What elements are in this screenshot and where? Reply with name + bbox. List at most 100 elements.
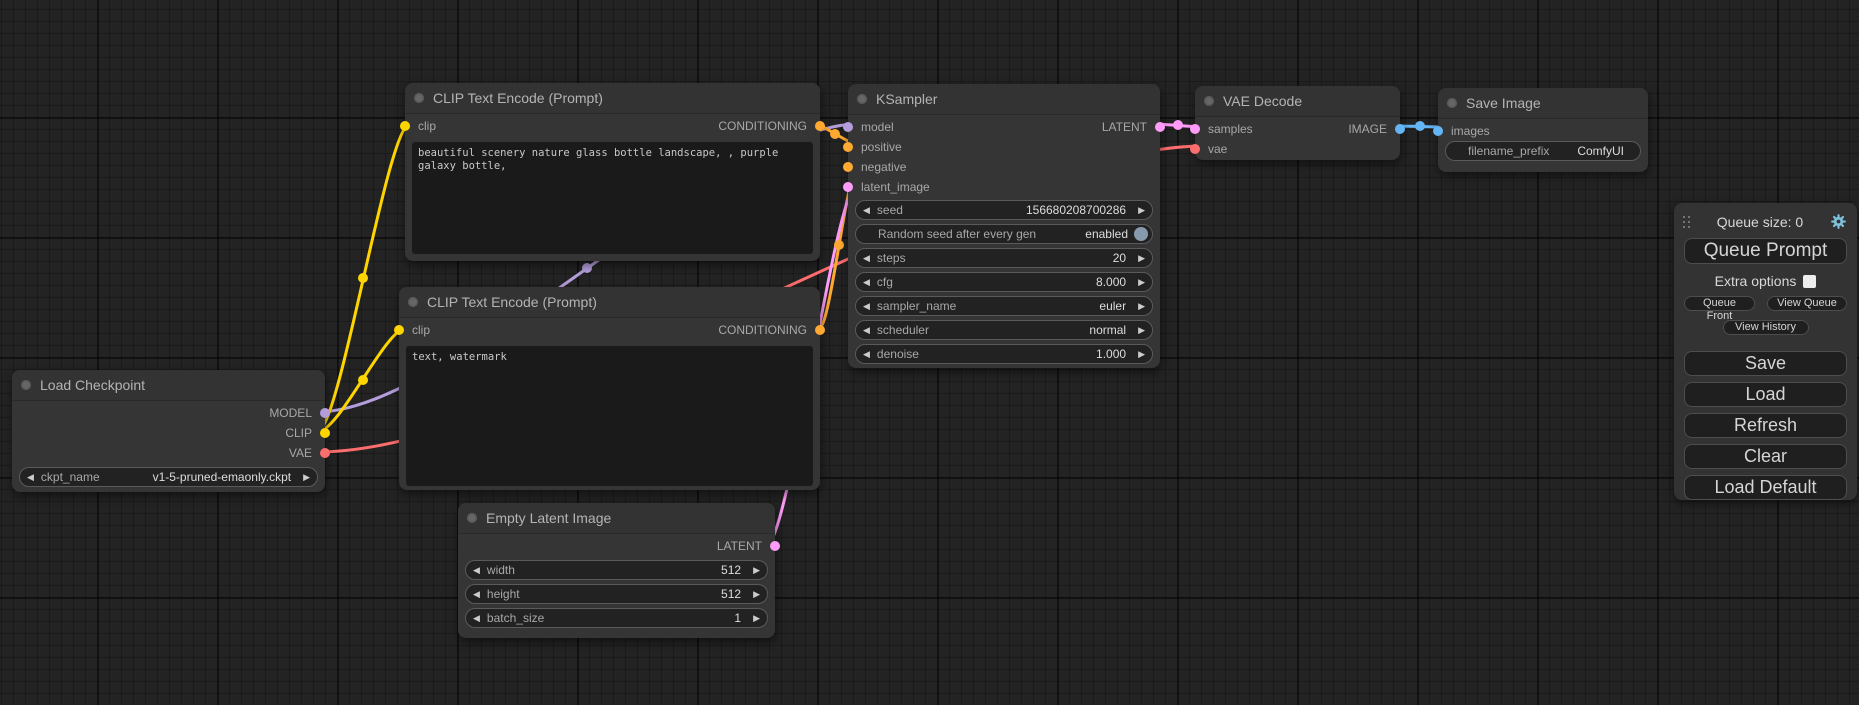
node-header[interactable]: KSampler (848, 84, 1160, 115)
node-title: Empty Latent Image (486, 510, 611, 526)
node-header[interactable]: CLIP Text Encode (Prompt) (399, 287, 820, 318)
input-slot-vae[interactable] (1190, 144, 1200, 154)
link-midpoint-dot (358, 375, 368, 385)
output-slot-conditioning[interactable] (815, 121, 825, 131)
increment-icon[interactable]: ▶ (1131, 345, 1152, 363)
widget-seed[interactable]: ◀ seed 156680208700286 ▶ (855, 200, 1153, 220)
graph-canvas[interactable]: Load Checkpoint MODEL CLIP VAE ◀ ckpt_na… (0, 0, 1859, 705)
node-clip-text-encode-negative[interactable]: CLIP Text Encode (Prompt) clip CONDITION… (399, 287, 820, 490)
extra-options-checkbox[interactable] (1803, 275, 1816, 288)
slot-row: MODEL (12, 403, 325, 423)
output-slot-conditioning[interactable] (815, 325, 825, 335)
view-queue-button[interactable]: View Queue (1767, 296, 1847, 311)
decrement-icon[interactable]: ◀ (856, 297, 877, 315)
panel-drag-handle-icon[interactable] (1683, 216, 1690, 228)
decrement-icon[interactable]: ◀ (466, 561, 487, 579)
widget-ckpt-name[interactable]: ◀ ckpt_name v1-5-pruned-emaonly.ckpt ▶ (19, 467, 318, 487)
collapse-dot-icon[interactable] (414, 93, 424, 103)
increment-icon[interactable]: ▶ (1131, 201, 1152, 219)
node-title: CLIP Text Encode (Prompt) (433, 90, 603, 106)
decrement-icon[interactable]: ◀ (466, 609, 487, 627)
node-header[interactable]: Save Image (1438, 88, 1648, 119)
view-history-button[interactable]: View History (1723, 320, 1809, 335)
widget-denoise[interactable]: ◀ denoise 1.000 ▶ (855, 344, 1153, 364)
load-button[interactable]: Load (1684, 382, 1847, 407)
input-slot-images[interactable] (1433, 126, 1443, 136)
node-header[interactable]: Empty Latent Image (458, 503, 775, 534)
slot-row: LATENT (458, 536, 775, 556)
queue-front-button[interactable]: Queue Front (1684, 296, 1755, 311)
input-slot-model[interactable] (843, 122, 853, 132)
increment-icon[interactable]: ▶ (746, 609, 767, 627)
increment-icon[interactable]: ▶ (1131, 321, 1152, 339)
increment-icon[interactable]: ▶ (1131, 273, 1152, 291)
queue-prompt-button[interactable]: Queue Prompt (1684, 238, 1847, 264)
input-slot-latent-image[interactable] (843, 182, 853, 192)
input-slot-samples[interactable] (1190, 124, 1200, 134)
increment-icon[interactable]: ▶ (296, 468, 317, 486)
settings-gear-icon[interactable] (1830, 213, 1847, 230)
output-slot-vae[interactable] (320, 448, 330, 458)
widget-cfg[interactable]: ◀ cfg 8.000 ▶ (855, 272, 1153, 292)
link-midpoint-dot (582, 263, 592, 273)
collapse-dot-icon[interactable] (857, 94, 867, 104)
decrement-icon[interactable]: ◀ (856, 345, 877, 363)
collapse-dot-icon[interactable] (1447, 98, 1457, 108)
decrement-icon[interactable]: ◀ (856, 201, 877, 219)
output-slot-clip[interactable] (320, 428, 330, 438)
node-empty-latent-image[interactable]: Empty Latent Image LATENT ◀ width 512 ▶ … (458, 503, 775, 638)
collapse-dot-icon[interactable] (408, 297, 418, 307)
decrement-icon[interactable]: ◀ (856, 273, 877, 291)
node-header[interactable]: Load Checkpoint (12, 370, 325, 401)
increment-icon[interactable]: ▶ (1131, 249, 1152, 267)
input-slot-positive[interactable] (843, 142, 853, 152)
widget-batch-size[interactable]: ◀ batch_size 1 ▶ (465, 608, 768, 628)
decrement-icon[interactable]: ◀ (20, 468, 41, 486)
input-slot-clip[interactable] (400, 121, 410, 131)
widget-random-seed-toggle[interactable]: Random seed after every gen enabled (855, 224, 1153, 244)
input-slot-clip[interactable] (394, 325, 404, 335)
input-slot-negative[interactable] (843, 162, 853, 172)
clear-button[interactable]: Clear (1684, 444, 1847, 469)
collapse-dot-icon[interactable] (467, 513, 477, 523)
load-default-button[interactable]: Load Default (1684, 475, 1847, 500)
link-midpoint-dot (358, 273, 368, 283)
widget-sampler-name[interactable]: ◀ sampler_name euler ▶ (855, 296, 1153, 316)
node-header[interactable]: CLIP Text Encode (Prompt) (405, 83, 820, 114)
increment-icon[interactable]: ▶ (746, 561, 767, 579)
link-midpoint-dot (830, 129, 840, 139)
widget-filename-prefix[interactable]: filename_prefix ComfyUI (1445, 141, 1641, 161)
collapse-dot-icon[interactable] (21, 380, 31, 390)
node-title: Load Checkpoint (40, 377, 145, 393)
queue-size-label: Queue size: 0 (1690, 214, 1830, 230)
output-slot-latent[interactable] (1155, 122, 1165, 132)
node-header[interactable]: VAE Decode (1195, 86, 1400, 117)
output-slot-latent[interactable] (770, 541, 780, 551)
increment-icon[interactable]: ▶ (746, 585, 767, 603)
node-title: KSampler (876, 91, 937, 107)
refresh-button[interactable]: Refresh (1684, 413, 1847, 438)
decrement-icon[interactable]: ◀ (466, 585, 487, 603)
widget-scheduler[interactable]: ◀ scheduler normal ▶ (855, 320, 1153, 340)
save-button[interactable]: Save (1684, 351, 1847, 376)
node-save-image[interactable]: Save Image images filename_prefix ComfyU… (1438, 88, 1648, 172)
node-clip-text-encode-positive[interactable]: CLIP Text Encode (Prompt) clip CONDITION… (405, 83, 820, 261)
collapse-dot-icon[interactable] (1204, 96, 1214, 106)
prompt-textarea[interactable]: text, watermark (406, 346, 813, 486)
output-slot-model[interactable] (320, 408, 330, 418)
widget-steps[interactable]: ◀ steps 20 ▶ (855, 248, 1153, 268)
queue-panel: Queue size: 0 Queue Prompt Extra options… (1674, 203, 1857, 500)
widget-height[interactable]: ◀ height 512 ▶ (465, 584, 768, 604)
toggle-indicator-icon[interactable] (1134, 227, 1148, 241)
node-vae-decode[interactable]: VAE Decode samples IMAGE vae (1195, 86, 1400, 160)
increment-icon[interactable]: ▶ (1131, 297, 1152, 315)
node-load-checkpoint[interactable]: Load Checkpoint MODEL CLIP VAE ◀ ckpt_na… (12, 370, 325, 492)
slot-row: vae (1195, 139, 1400, 159)
prompt-textarea[interactable]: beautiful scenery nature glass bottle la… (412, 142, 813, 254)
decrement-icon[interactable]: ◀ (856, 249, 877, 267)
node-ksampler[interactable]: KSampler model LATENT positive negative … (848, 84, 1160, 368)
output-slot-image[interactable] (1395, 124, 1405, 134)
widget-width[interactable]: ◀ width 512 ▶ (465, 560, 768, 580)
node-title: VAE Decode (1223, 93, 1302, 109)
decrement-icon[interactable]: ◀ (856, 321, 877, 339)
